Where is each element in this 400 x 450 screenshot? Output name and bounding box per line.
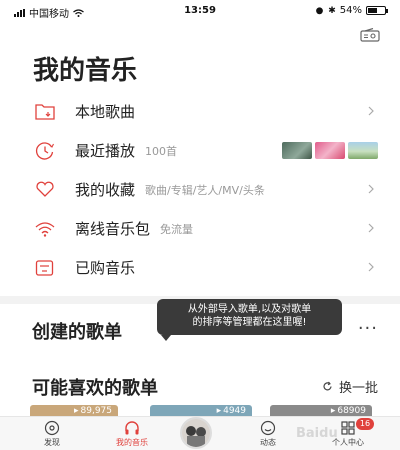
- menu-item-purchased[interactable]: 已购音乐: [0, 248, 400, 287]
- page-title: 我的音乐: [33, 56, 138, 86]
- menu-label-purchased: 已购音乐: [75, 259, 136, 277]
- watermark-text: Baidu: [296, 426, 338, 441]
- menu-sub-recent: 100首: [145, 144, 178, 158]
- profile-icon: [341, 421, 355, 435]
- recommended-playlists-title: 可能喜欢的歌单: [32, 378, 158, 399]
- purchased-icon: [34, 258, 56, 278]
- notification-badge: 16: [356, 418, 374, 430]
- play-count-icon: ▸: [330, 406, 336, 416]
- tab-my-music[interactable]: 我的音乐: [102, 420, 162, 448]
- tab-discover[interactable]: 发现: [22, 420, 82, 448]
- menu-label-recent: 最近播放: [75, 142, 136, 160]
- menu-item-favorites[interactable]: 我的收藏 歌曲/专辑/艺人/MV/头条: [0, 170, 400, 209]
- menu-sub-offline: 免流量: [160, 222, 194, 236]
- tab-label-feed: 动态: [260, 438, 276, 447]
- menu-label-favorites: 我的收藏: [75, 181, 136, 199]
- wifi-icon: [34, 219, 56, 239]
- tooltip-line-1: 从外部导入歌单,以及对歌单: [187, 304, 312, 315]
- smile-icon: [260, 420, 276, 436]
- now-playing-disc[interactable]: [180, 417, 212, 449]
- bluetooth-icon: ✱: [328, 5, 336, 16]
- play-count-value: 89,975: [80, 406, 113, 416]
- tab-label-my-music: 我的音乐: [116, 438, 148, 447]
- discover-icon: [44, 420, 60, 436]
- play-count-value: 4949: [223, 406, 246, 416]
- import-tooltip: 从外部导入歌单,以及对歌单 的排序等管理都在这里喔!: [157, 299, 342, 335]
- folder-icon: [34, 102, 56, 122]
- menu-item-local-songs[interactable]: 本地歌曲: [0, 92, 400, 131]
- play-count: ▸ 4949: [217, 406, 246, 416]
- radio-icon[interactable]: [360, 28, 380, 42]
- tooltip-arrow: [161, 335, 171, 341]
- chevron-right-icon: [368, 262, 374, 272]
- battery-icon: [366, 6, 388, 15]
- refresh-icon: [323, 381, 332, 391]
- clock-icon: [34, 141, 56, 161]
- refresh-label: 换一批: [338, 381, 378, 396]
- created-playlists-title[interactable]: 创建的歌单: [32, 318, 122, 344]
- battery-percent: 54%: [339, 5, 362, 16]
- menu-item-offline[interactable]: 离线音乐包 免流量: [0, 209, 400, 248]
- status-right: ✱ 54%: [315, 5, 388, 16]
- alarm-icon: [316, 7, 324, 15]
- status-bar: 中国移动 13:59 ✱ 54%: [0, 0, 400, 22]
- tab-feed[interactable]: 动态: [238, 420, 298, 448]
- created-more-button[interactable]: ···: [358, 318, 378, 339]
- play-count: ▸ 89,975: [74, 406, 112, 416]
- album-thumb: [315, 142, 345, 159]
- album-thumb: [348, 142, 378, 159]
- menu-list: 本地歌曲 最近播放 100首 我的收藏 歌曲/专辑/艺人/MV/头条 离线音乐包…: [0, 92, 400, 287]
- tab-label-discover: 发现: [44, 438, 60, 447]
- play-count: ▸ 68909: [331, 406, 366, 416]
- album-thumb: [282, 142, 312, 159]
- recent-thumbnails[interactable]: [282, 142, 378, 159]
- tooltip-line-2: 的排序等管理都在这里喔!: [192, 317, 307, 328]
- chevron-right-icon: [368, 106, 374, 116]
- heart-icon: [34, 180, 56, 200]
- battery-fill: [368, 8, 377, 13]
- play-count-icon: ▸: [73, 406, 79, 416]
- menu-label-offline: 离线音乐包: [75, 220, 151, 238]
- menu-sub-favorites: 歌曲/专辑/艺人/MV/头条: [145, 183, 265, 197]
- refresh-button[interactable]: 换一批: [322, 377, 378, 396]
- chevron-right-icon: [368, 223, 374, 233]
- headphones-icon: [125, 421, 139, 435]
- play-count-value: 68909: [337, 406, 366, 416]
- play-count-icon: ▸: [216, 406, 222, 416]
- menu-label-local-songs: 本地歌曲: [75, 103, 136, 121]
- chevron-right-icon: [368, 184, 374, 194]
- menu-item-recent[interactable]: 最近播放 100首: [0, 131, 400, 170]
- now-playing-art: [182, 419, 210, 447]
